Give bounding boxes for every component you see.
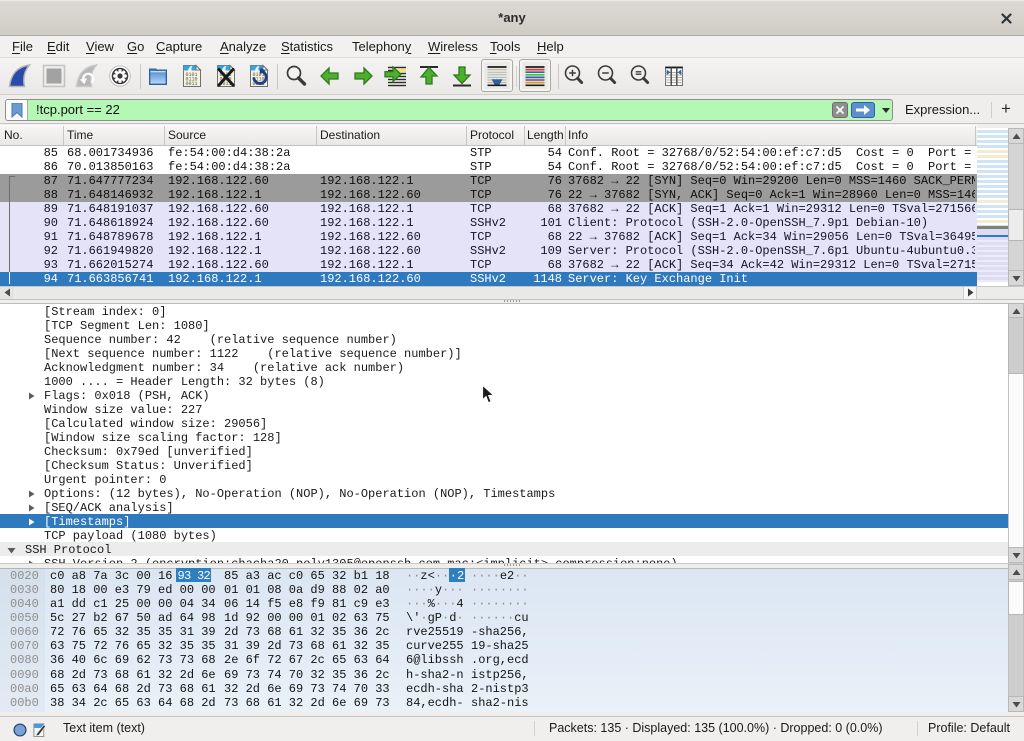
svg-text:0011: 0011 [186, 81, 198, 87]
